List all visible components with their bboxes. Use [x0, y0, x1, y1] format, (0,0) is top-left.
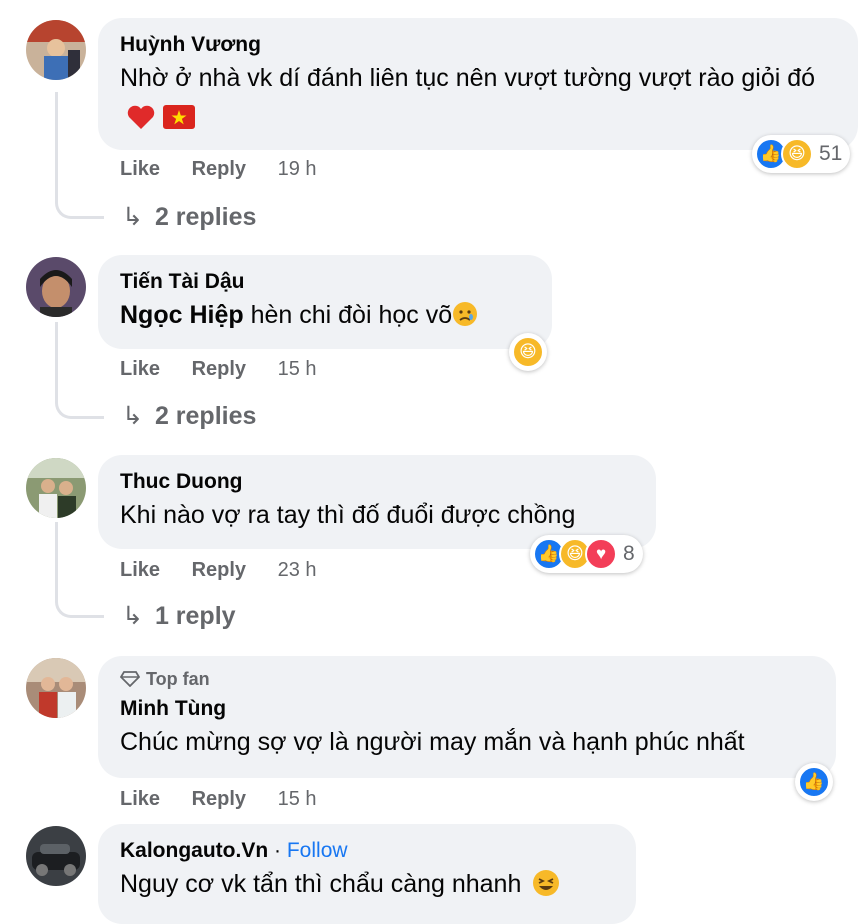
reply-arrow-icon: ↳: [122, 602, 143, 630]
love-icon: ♥: [585, 538, 617, 570]
mention-link[interactable]: Ngọc Hiệp: [120, 301, 244, 329]
haha-icon: 😆: [781, 138, 813, 170]
timestamp[interactable]: 23 h: [278, 559, 317, 581]
reply-button[interactable]: Reply: [192, 559, 246, 581]
reply-arrow-icon: ↳: [122, 203, 143, 231]
reaction-summary[interactable]: 👍 😆 51: [752, 135, 851, 173]
avatar[interactable]: [26, 458, 86, 518]
comment-bubble: Kalongauto.Vn · Follow Nguy cơ vk tẩn th…: [98, 824, 636, 924]
like-button[interactable]: Like: [120, 158, 160, 180]
comment-text: Nguy cơ vk tẩn thì chẩu càng nhanh: [120, 864, 614, 904]
reply-arrow-icon: ↳: [122, 402, 143, 430]
comment-bubble: Tiến Tài Dậu Ngọc Hiệp hèn chi đòi học v…: [98, 255, 552, 349]
reply-button[interactable]: Reply: [192, 358, 246, 380]
comment-actions: Like Reply 23 h: [120, 559, 343, 582]
reply-button[interactable]: Reply: [192, 158, 246, 180]
thread-line: [55, 322, 104, 419]
avatar[interactable]: [26, 257, 86, 317]
reaction-summary[interactable]: 👍 😆 ♥ 8: [530, 535, 643, 573]
like-button[interactable]: Like: [120, 559, 160, 581]
like-button[interactable]: Like: [120, 788, 160, 810]
comment-text: Khi nào vợ ra tay thì đố đuổi được chồng: [120, 501, 576, 529]
avatar-photo-icon: [26, 20, 86, 80]
like-icon: 👍: [798, 766, 830, 798]
timestamp[interactable]: 15 h: [278, 788, 317, 810]
comment-actions: Like Reply 15 h: [120, 788, 343, 811]
top-fan-badge: Top fan: [119, 668, 814, 690]
comment-actions: Like Reply 15 h: [120, 358, 343, 381]
reaction-count: 51: [819, 142, 843, 165]
comment-author[interactable]: Tiến Tài Dậu: [120, 269, 530, 295]
avatar[interactable]: [26, 658, 86, 718]
comment-author[interactable]: Minh Tùng: [120, 696, 814, 722]
sad-emoji-icon: [453, 302, 478, 326]
follow-button[interactable]: Follow: [287, 839, 348, 862]
comment-text: Chúc mừng sợ vợ là người may mắn và hạnh…: [120, 728, 745, 756]
reaction-count: 8: [623, 542, 635, 565]
comment-author[interactable]: Kalongauto.Vn: [120, 839, 268, 862]
avatar-photo-icon: [26, 458, 86, 518]
thread-line: [55, 522, 104, 618]
comment-actions: Like Reply 19 h: [120, 158, 343, 181]
vietnam-flag-emoji-icon: [162, 105, 195, 129]
view-replies-link[interactable]: ↳ 2 replies: [122, 202, 256, 232]
avatar[interactable]: [26, 20, 86, 80]
timestamp[interactable]: 15 h: [278, 358, 317, 380]
haha-icon: 😆: [512, 336, 544, 368]
reaction-summary[interactable]: 👍: [795, 763, 833, 801]
heart-emoji-icon: [127, 105, 155, 129]
avatar-photo-icon: [26, 826, 86, 886]
diamond-icon: [119, 671, 141, 688]
timestamp[interactable]: 19 h: [278, 158, 317, 180]
comment-text: Ngọc Hiệp hèn chi đòi học võ: [120, 295, 530, 335]
reply-button[interactable]: Reply: [192, 788, 246, 810]
view-replies-link[interactable]: ↳ 1 reply: [122, 601, 236, 631]
comment-text: Nhờ ở nhà vk dí đánh liên tục nên vượt t…: [120, 58, 836, 138]
separator: ·: [274, 839, 282, 862]
laugh-emoji-icon: [533, 870, 560, 896]
reaction-summary[interactable]: 😆: [509, 333, 547, 371]
avatar[interactable]: [26, 826, 86, 886]
avatar-photo-icon: [26, 257, 86, 317]
comment-bubble: Top fan Minh Tùng Chúc mừng sợ vợ là ngư…: [98, 656, 836, 778]
comment-author[interactable]: Huỳnh Vương: [120, 32, 836, 58]
comment-author-row: Kalongauto.Vn · Follow: [120, 838, 614, 864]
like-button[interactable]: Like: [120, 358, 160, 380]
avatar-photo-icon: [26, 658, 86, 718]
comment-author[interactable]: Thuc Duong: [120, 469, 634, 495]
view-replies-link[interactable]: ↳ 2 replies: [122, 401, 256, 431]
thread-line: [55, 92, 104, 219]
comment-bubble: Huỳnh Vương Nhờ ở nhà vk dí đánh liên tụ…: [98, 18, 858, 150]
